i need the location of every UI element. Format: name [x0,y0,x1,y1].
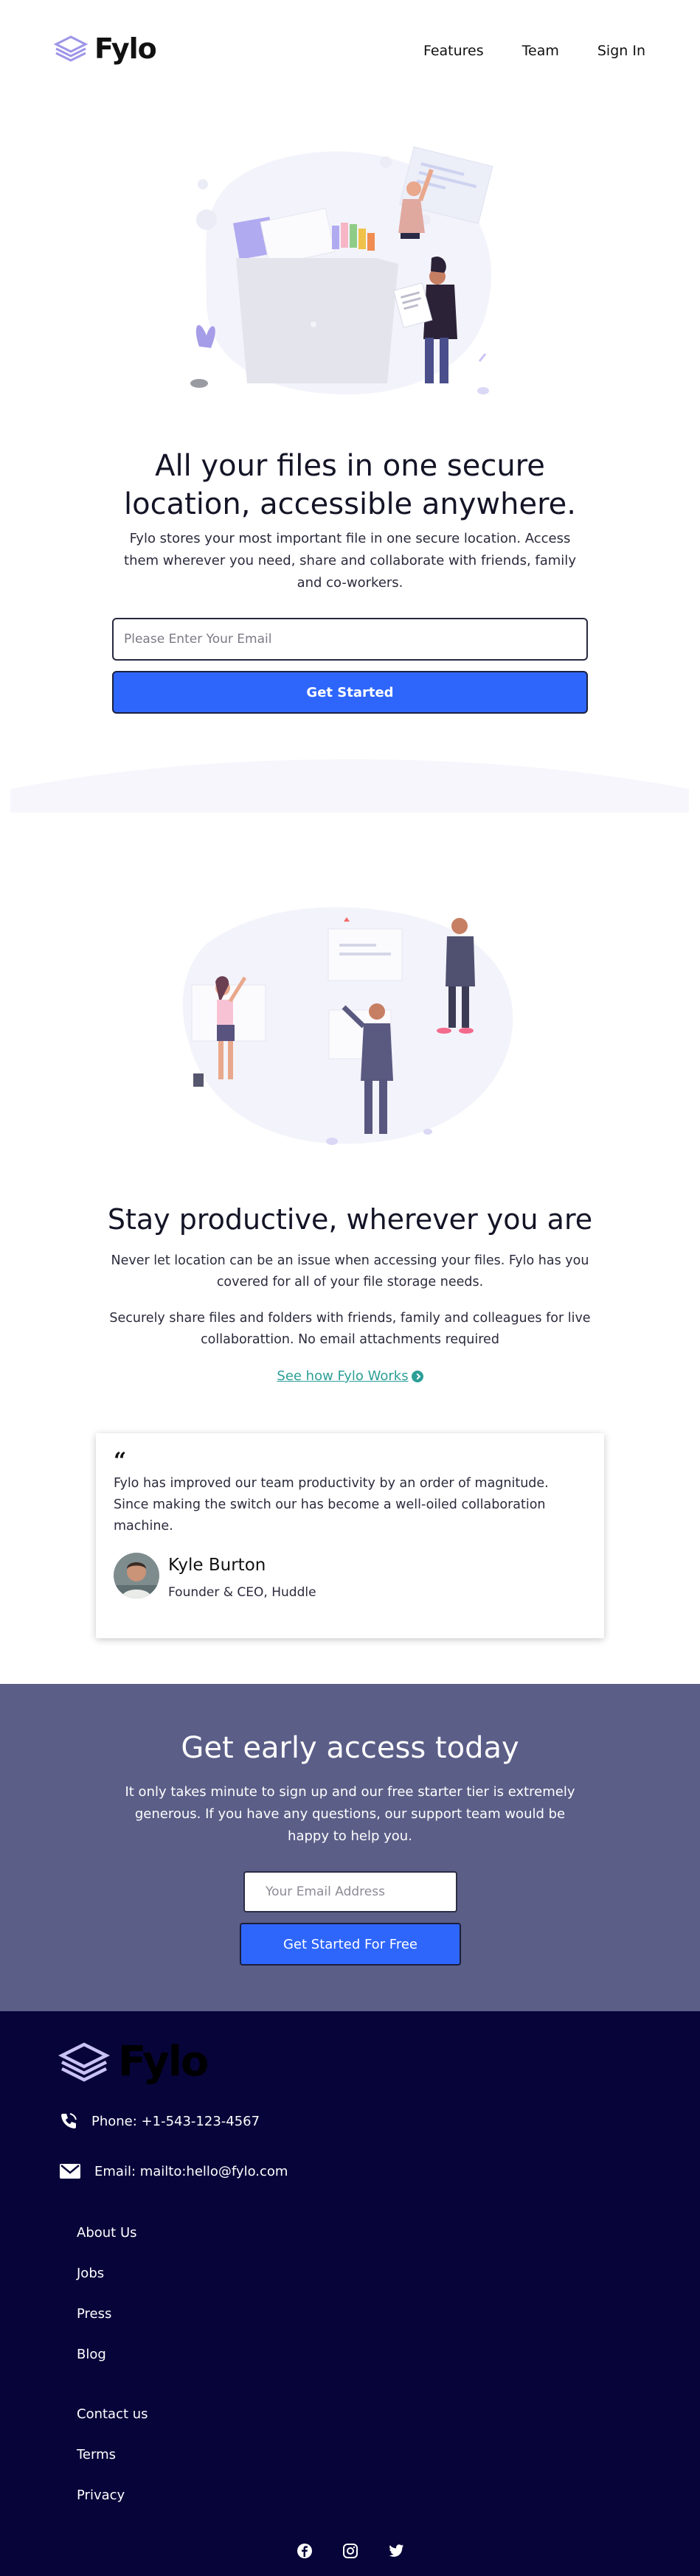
twitter-icon[interactable] [387,2542,405,2560]
testimonial-quote: Fylo has improved our team productivity … [114,1476,549,1534]
footer-logo-icon [58,2041,111,2082]
footer-link-jobs[interactable]: Jobs [77,2266,104,2281]
logo-icon [53,35,89,62]
get-started-free-button[interactable]: Get Started For Free [240,1923,461,1966]
get-started-button[interactable]: Get Started [112,671,588,714]
main-nav: Features Team Sign In [423,43,645,59]
cta-email-input[interactable] [243,1871,457,1912]
email-row: Email: mailto:hello@fylo.com [59,2162,288,2181]
mail-icon [60,2164,80,2179]
footer-logo[interactable]: Fylo [58,2038,209,2086]
phone-text[interactable]: Phone: +1-543-123-4567 [91,2114,260,2129]
cta-title: Get early access today [181,1731,519,1765]
footer-link-about-us[interactable]: About Us [77,2225,137,2241]
nav-sign-in[interactable]: Sign In [597,43,645,59]
hero-subtitle: Fylo stores your most important file in … [124,531,576,591]
site-footer: Fylo Phone: +1-543-123-4567 Email: mailt… [0,2011,700,2576]
nav-features[interactable]: Features [423,43,484,59]
hero-title-line1: All your files in one secure [155,449,545,483]
facebook-icon[interactable] [296,2542,313,2560]
email-text[interactable]: Email: mailto:hello@fylo.com [94,2164,288,2179]
quote-icon: “ [114,1448,127,1474]
phone-row: Phone: +1-543-123-4567 [59,2112,260,2131]
footer-link-contact-us[interactable]: Contact us [77,2406,148,2422]
logo-text: Fylo [94,32,157,65]
productive-paragraph-1: Never let location can be an issue when … [111,1253,589,1289]
curve-divider [10,759,689,812]
hero-email-input[interactable] [112,618,588,661]
author-role: Founder & CEO, Huddle [168,1585,316,1600]
footer-link-blog[interactable]: Blog [77,2347,106,2362]
author-name: Kyle Burton [168,1556,266,1575]
nav-team[interactable]: Team [522,43,559,59]
footer-logo-text: Fylo [118,2038,209,2086]
hero-title: All your files in one secure location, a… [89,447,611,523]
productive-paragraph-2: Securely share files and folders with fr… [109,1311,591,1347]
see-how-link[interactable]: See how Fylo Works [277,1368,408,1384]
instagram-icon[interactable] [342,2542,359,2560]
productive-illustration [182,907,513,1145]
see-how-container: See how Fylo Works [0,1368,700,1384]
early-access-section: Get early access today It only takes min… [0,1684,700,2011]
hero-illustration [190,146,493,394]
logo[interactable]: Fylo [53,32,157,65]
cta-text: It only takes minute to sign up and our … [125,1784,575,1844]
social-links [0,2542,700,2560]
footer-link-terms[interactable]: Terms [77,2447,116,2462]
arrow-right-icon[interactable] [411,1371,423,1382]
phone-icon [61,2113,77,2128]
productive-title: Stay productive, wherever you are [107,1203,593,1236]
testimonial-card: “ Fylo has improved our team productivit… [96,1433,604,1638]
footer-link-privacy[interactable]: Privacy [77,2488,125,2503]
site-header: Fylo Features Team Sign In [0,0,700,103]
footer-link-press[interactable]: Press [77,2306,111,2322]
hero-title-line2: location, accessible anywhere. [124,487,576,521]
avatar [114,1553,159,1598]
